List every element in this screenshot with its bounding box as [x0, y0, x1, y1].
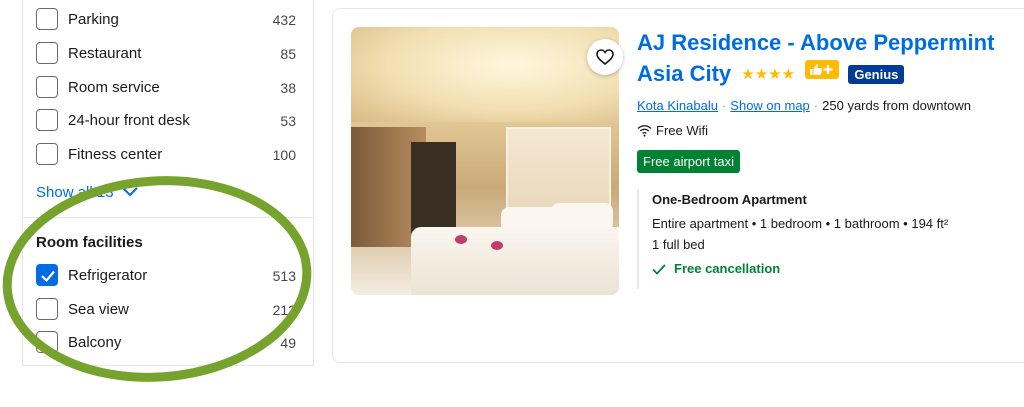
- filter-count: 49: [280, 335, 296, 351]
- checkbox[interactable]: [36, 143, 58, 165]
- filter-option-sea-view[interactable]: Sea view 212: [36, 298, 296, 322]
- filter-label: Balcony: [68, 334, 122, 351]
- property-title: AJ Residence - Above Peppermint Asia Cit…: [637, 27, 1022, 90]
- filter-count: 85: [280, 46, 296, 62]
- genius-badge: Genius: [848, 65, 905, 84]
- show-all-link[interactable]: Show all 13: [36, 184, 139, 202]
- filter-option-balcony[interactable]: Balcony 49: [36, 331, 296, 355]
- filter-label: Room service: [68, 79, 160, 96]
- distance-text: 250 yards from downtown: [822, 98, 971, 113]
- free-cancellation-label: Free cancellation: [674, 261, 781, 276]
- checkbox[interactable]: [36, 42, 58, 64]
- filter-count: 432: [272, 12, 296, 28]
- check-icon: [652, 264, 666, 275]
- star-rating: ★★★★: [741, 66, 796, 83]
- show-all-label: Show all 13: [36, 184, 114, 201]
- checkbox-check-icon: [41, 270, 55, 283]
- free-cancellation: Free cancellation: [652, 261, 780, 276]
- room-details: Entire apartment • 1 bedroom • 1 bathroo…: [652, 216, 949, 231]
- filter-option-front-desk[interactable]: 24-hour front desk 53: [36, 109, 296, 133]
- photo-flower: [455, 235, 467, 244]
- filter-count: 513: [272, 268, 296, 284]
- wifi-amenity: Free Wifi: [637, 123, 708, 138]
- filter-label: Sea view: [68, 301, 129, 318]
- photo-ceiling: [351, 27, 619, 122]
- filter-label: 24-hour front desk: [68, 112, 190, 129]
- wifi-icon: [637, 125, 652, 137]
- checkbox-checked[interactable]: [36, 264, 58, 286]
- checkbox[interactable]: [36, 109, 58, 131]
- filter-option-parking[interactable]: Parking 432: [36, 8, 296, 32]
- thumbs-up-badge: [805, 60, 840, 79]
- room-info: One-Bedroom Apartment Entire apartment •…: [637, 189, 1019, 289]
- save-favorite-button[interactable]: [587, 39, 623, 75]
- photo-bed: [411, 227, 619, 295]
- photo-flower: [491, 241, 503, 250]
- filter-count: 53: [280, 113, 296, 129]
- filter-option-restaurant[interactable]: Restaurant 85: [36, 42, 296, 66]
- filter-sidebar: Parking 432 Restaurant 85 Room service 3…: [22, 0, 314, 366]
- checkbox[interactable]: [36, 76, 58, 98]
- city-link[interactable]: Kota Kinabalu: [637, 98, 718, 113]
- filter-label: Parking: [68, 11, 119, 28]
- wifi-label: Free Wifi: [656, 123, 708, 138]
- filter-option-fitness-center[interactable]: Fitness center 100: [36, 143, 296, 167]
- room-name: One-Bedroom Apartment: [652, 192, 807, 207]
- show-on-map-link[interactable]: Show on map: [730, 98, 810, 113]
- property-photo[interactable]: [351, 27, 619, 295]
- checkbox[interactable]: [36, 298, 58, 320]
- chevron-down-icon: [121, 185, 139, 202]
- checkbox[interactable]: [36, 331, 58, 353]
- filter-count: 100: [272, 147, 296, 163]
- section-divider: [23, 217, 313, 218]
- thumbs-up-icon: [810, 64, 833, 75]
- filter-label: Restaurant: [68, 45, 142, 62]
- filter-count: 38: [280, 80, 296, 96]
- checkbox[interactable]: [36, 8, 58, 30]
- location-line: Kota Kinabalu · Show on map · 250 yards from…: [637, 98, 971, 113]
- room-facilities-title: Room facilities: [36, 234, 143, 251]
- room-beds: 1 full bed: [652, 237, 705, 252]
- filter-label: Refrigerator: [68, 267, 148, 284]
- filter-option-refrigerator[interactable]: Refrigerator 513: [36, 264, 296, 288]
- filter-option-room-service[interactable]: Room service 38: [36, 76, 296, 100]
- heart-icon: [596, 49, 614, 65]
- filter-count: 212: [272, 302, 296, 318]
- filter-label: Fitness center: [68, 146, 163, 163]
- free-taxi-badge: Free airport taxi: [637, 150, 741, 173]
- property-card: AJ Residence - Above Peppermint Asia Cit…: [332, 8, 1024, 363]
